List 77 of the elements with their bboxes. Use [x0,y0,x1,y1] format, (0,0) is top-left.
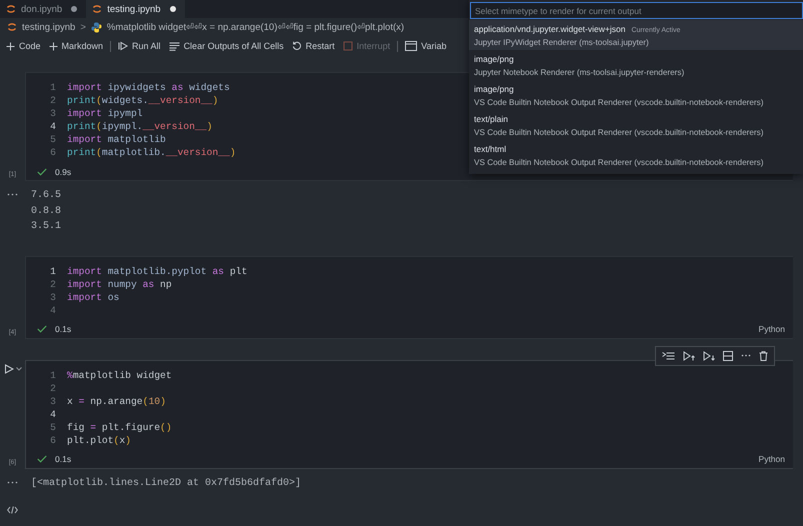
code-cell[interactable]: 1 import matplotlib.pyplot as plt 2 import numpy as np 3 import os 4 0.1s Python [25,256,793,338]
code-line: import numpy as np [67,278,172,290]
line-number: 1 [49,81,57,94]
check-icon [37,455,47,463]
check-icon [37,325,47,333]
run-below-icon[interactable] [703,350,715,360]
run-by-line-icon[interactable] [662,350,675,360]
breadcrumb-file[interactable]: testing.ipynb [22,22,76,32]
editor-tab[interactable]: testing.ipynb [86,0,185,18]
code-line: import matplotlib.pyplot as plt [67,264,248,278]
breadcrumb-cell[interactable]: %matplotlib widget⏎⏎x = np.arange(10)⏎⏎fig = plt.figure()⏎plt.plot(x) [106,21,404,33]
line-number: 5 [49,420,57,434]
code-line: import ipywidgets as widgets [67,81,230,94]
notebook-icon [92,4,102,14]
code-line: print(matplotlib.__version__) [67,146,236,159]
code-line: print(widgets.__version__) [67,94,218,107]
run-all-button[interactable]: Run All [114,37,165,55]
add-button[interactable]: Markdown [44,37,108,55]
execution-time: 0.1s [55,324,72,334]
notebook-icon [7,22,17,32]
split-cell-icon[interactable] [723,350,733,360]
code-line: fig = plt.figure() [67,420,172,434]
line-number: 2 [49,382,57,394]
clear-all-icon [168,42,180,50]
code-line: print(ipympl.__version__) [67,120,212,133]
code-line: import matplotlib [67,133,166,146]
execution-time: 0.9s [55,166,72,176]
code-line: import os [67,290,120,304]
code-line: %matplotlib widget [67,368,172,382]
line-number: 3 [49,107,57,120]
run-above-icon[interactable] [683,350,695,360]
add-button[interactable]: Code [2,37,45,55]
code-line: plt.plot(x) [67,434,131,446]
code-line: x = np.arange(10) [67,394,166,408]
execution-time: 0.1s [55,454,72,464]
more-icon[interactable] [7,193,18,196]
line-number: 4 [49,120,57,133]
line-number: 3 [49,394,57,408]
python-icon [90,22,102,32]
line-number: 2 [49,278,57,290]
variables-button[interactable]: Variab [401,37,451,55]
output-text: 7.6.5 [31,189,62,203]
line-number: 5 [49,133,57,146]
line-number: 3 [49,290,57,304]
chevron-down-icon[interactable] [16,366,22,370]
line-number: 1 [49,264,57,278]
output-text: 3.5.1 [31,220,62,234]
restart-icon [292,41,302,51]
cell-language[interactable]: Python [758,324,785,334]
more-icon[interactable] [741,354,751,357]
run-cell-icon[interactable] [4,364,14,374]
line-number: 6 [49,146,57,159]
check-icon [37,168,47,176]
variables-icon [405,41,418,51]
breadcrumb-separator: > [80,22,86,32]
clear-button[interactable]: Clear Outputs of All Cells [164,37,288,55]
line-number: 2 [49,94,57,107]
notebook-icon [6,4,16,14]
line-number: 4 [49,304,57,316]
cell-language[interactable]: Python [758,454,785,464]
delete-icon[interactable] [759,350,768,360]
plus-icon [6,42,15,50]
play-icon [118,41,128,51]
restart-button[interactable]: Restart [288,37,339,55]
code-icon[interactable] [7,506,18,514]
line-number: 4 [49,408,57,420]
code-cell[interactable]: 1 %matplotlib widget 2 3 x = np.arange(10) 4 5 fig = plt.figure() 6 plt.plot(x) 0.1s Python [25,360,793,468]
mimetype-search-field[interactable]: Select mimetype to render for current output [470,2,803,19]
editor-tab[interactable]: don.ipynb [0,0,86,18]
line-number: 1 [49,368,57,382]
more-icon[interactable] [7,480,18,484]
stop-icon [342,41,353,51]
code-line: import ipympl [67,107,143,120]
plus-icon [48,42,58,50]
output-text: [<matplotlib.lines.Line2D at 0x7fd5b6dfafd0>] [31,476,302,490]
output-text: 0.8.8 [31,204,62,218]
line-number: 6 [49,434,57,446]
